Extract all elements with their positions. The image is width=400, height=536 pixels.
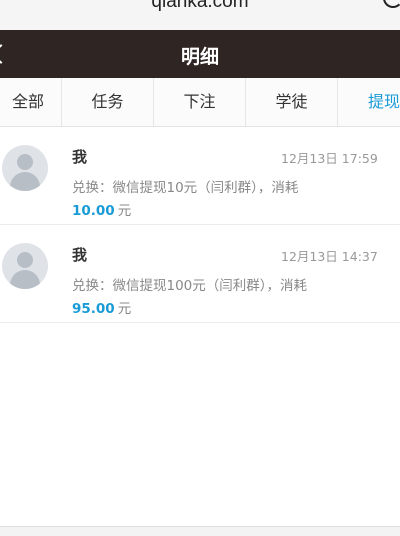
record-user: 我 <box>72 246 88 264</box>
record-amount: 10.00 <box>72 203 115 219</box>
record-unit: 元 <box>117 203 132 219</box>
record-amount: 95.00 <box>72 301 115 317</box>
record-time: 12月13日 17:59 <box>281 151 378 166</box>
avatar <box>2 243 48 289</box>
list-item[interactable]: 我 12月13日 14:37 兑换：微信提现100元（闫利群），消耗 95.00… <box>0 225 400 323</box>
url-text: qianka.com <box>151 0 249 12</box>
record-time: 12月13日 14:37 <box>281 249 378 264</box>
record-description: 兑换：微信提现100元（闫利群），消耗 <box>72 278 308 294</box>
tab-all[interactable]: 全部 <box>0 78 62 126</box>
record-user: 我 <box>72 148 88 166</box>
tab-bets[interactable]: 下注 <box>154 78 246 126</box>
avatar <box>2 145 48 191</box>
record-amount-line: 95.00 元 <box>72 297 131 317</box>
tab-tasks[interactable]: 任务 <box>62 78 154 126</box>
page-title: 明细 <box>180 46 219 68</box>
nav-bar: 明细 <box>0 30 400 78</box>
record-amount-line: 10.00 元 <box>72 199 131 219</box>
tab-apprentices[interactable]: 学徒 <box>246 78 338 126</box>
tab-withdraw[interactable]: 提现 <box>338 78 400 126</box>
tab-bar: 全部 任务 下注 学徒 提现 <box>0 78 400 127</box>
browser-address-bar[interactable]: qianka.com <box>0 0 400 30</box>
record-description: 兑换：微信提现10元（闫利群），消耗 <box>72 180 299 196</box>
record-unit: 元 <box>117 301 132 317</box>
list-item[interactable]: 我 12月13日 17:59 兑换：微信提现10元（闫利群），消耗 10.00 元 <box>0 127 400 225</box>
